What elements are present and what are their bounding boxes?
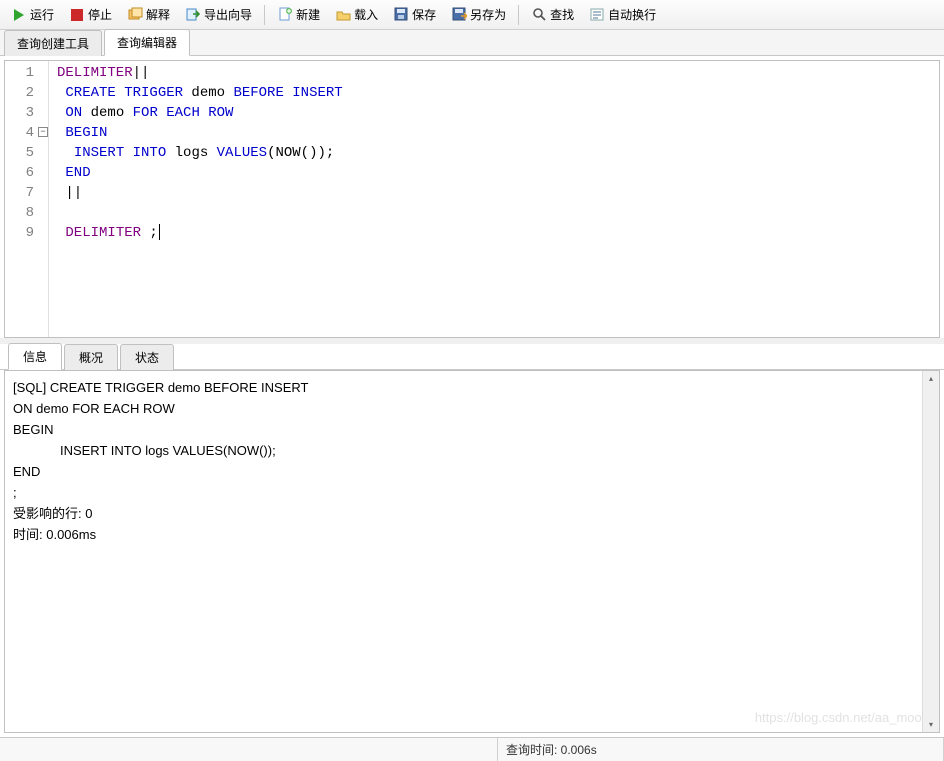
toolbar-separator bbox=[264, 5, 265, 25]
scroll-down-icon[interactable]: ▾ bbox=[924, 717, 939, 732]
main-toolbar: 运行 停止 解释 导出向导 新建 载入 保存 bbox=[0, 0, 944, 30]
text-caret bbox=[159, 224, 160, 240]
tab-query-builder[interactable]: 查询创建工具 bbox=[4, 30, 102, 56]
save-button[interactable]: 保存 bbox=[386, 2, 443, 27]
code-line: BEGIN bbox=[57, 123, 939, 143]
results-panel: 信息 概况 状态 [SQL] CREATE TRIGGER demo BEFOR… bbox=[0, 344, 944, 737]
main-tab-bar: 查询创建工具 查询编辑器 bbox=[0, 30, 944, 56]
export-label: 导出向导 bbox=[204, 6, 252, 23]
gutter-line: 8 bbox=[5, 203, 48, 223]
tab-profile[interactable]: 概况 bbox=[64, 344, 118, 370]
msg-line: INSERT INTO logs VALUES(NOW()); bbox=[13, 440, 931, 461]
load-label: 载入 bbox=[354, 6, 378, 23]
save-as-icon bbox=[451, 7, 467, 23]
word-wrap-button[interactable]: 自动换行 bbox=[582, 2, 663, 27]
gutter-line: 4− bbox=[5, 123, 48, 143]
gutter-line: 6 bbox=[5, 163, 48, 183]
gutter-line: 5 bbox=[5, 143, 48, 163]
code-line bbox=[57, 203, 939, 223]
editor-code-area[interactable]: DELIMITER|| CREATE TRIGGER demo BEFORE I… bbox=[49, 61, 939, 337]
wrap-label: 自动换行 bbox=[608, 6, 656, 23]
msg-affected-rows: 受影响的行: 0 bbox=[13, 503, 931, 524]
search-icon bbox=[531, 7, 547, 23]
code-line: DELIMITER|| bbox=[57, 63, 939, 83]
export-icon bbox=[185, 7, 201, 23]
result-tab-bar: 信息 概况 状态 bbox=[0, 344, 944, 370]
gutter-line: 7 bbox=[5, 183, 48, 203]
toolbar-separator bbox=[518, 5, 519, 25]
gutter-line: 3 bbox=[5, 103, 48, 123]
tab-label: 查询创建工具 bbox=[17, 37, 89, 51]
save-icon bbox=[393, 7, 409, 23]
explain-button[interactable]: 解释 bbox=[120, 2, 177, 27]
stop-label: 停止 bbox=[88, 6, 112, 23]
load-icon bbox=[335, 7, 351, 23]
save-as-label: 另存为 bbox=[470, 6, 506, 23]
msg-line: ON demo FOR EACH ROW bbox=[13, 398, 931, 419]
run-label: 运行 bbox=[30, 6, 54, 23]
watermark: https://blog.csdn.net/aa_moon bbox=[755, 707, 929, 728]
tab-label: 概况 bbox=[79, 351, 103, 365]
code-line: ON demo FOR EACH ROW bbox=[57, 103, 939, 123]
result-scrollbar[interactable]: ▴ ▾ bbox=[922, 371, 939, 732]
status-query-time-text: 查询时间: 0.006s bbox=[506, 741, 597, 758]
status-cell-empty bbox=[0, 738, 498, 761]
sql-editor[interactable]: 1234−56789 DELIMITER|| CREATE TRIGGER de… bbox=[4, 60, 940, 338]
tab-label: 信息 bbox=[23, 350, 47, 364]
run-button[interactable]: 运行 bbox=[4, 2, 61, 27]
play-icon bbox=[11, 7, 27, 23]
gutter-line: 9 bbox=[5, 223, 48, 243]
code-line: INSERT INTO logs VALUES(NOW()); bbox=[57, 143, 939, 163]
wrap-icon bbox=[589, 7, 605, 23]
messages-output[interactable]: [SQL] CREATE TRIGGER demo BEFORE INSERT … bbox=[4, 370, 940, 733]
code-line: END bbox=[57, 163, 939, 183]
explain-label: 解释 bbox=[146, 6, 170, 23]
explain-icon bbox=[127, 7, 143, 23]
find-label: 查找 bbox=[550, 6, 574, 23]
new-button[interactable]: 新建 bbox=[270, 2, 327, 27]
status-bar: 查询时间: 0.006s bbox=[0, 737, 944, 761]
msg-line: [SQL] CREATE TRIGGER demo BEFORE INSERT bbox=[13, 377, 931, 398]
export-wizard-button[interactable]: 导出向导 bbox=[178, 2, 259, 27]
scroll-up-icon[interactable]: ▴ bbox=[924, 371, 939, 386]
code-line: CREATE TRIGGER demo BEFORE INSERT bbox=[57, 83, 939, 103]
status-query-time: 查询时间: 0.006s bbox=[498, 738, 944, 761]
tab-label: 查询编辑器 bbox=[117, 36, 177, 50]
gutter-line: 1 bbox=[5, 63, 48, 83]
new-icon bbox=[277, 7, 293, 23]
code-line: || bbox=[57, 183, 939, 203]
load-button[interactable]: 载入 bbox=[328, 2, 385, 27]
gutter-line: 2 bbox=[5, 83, 48, 103]
msg-line: BEGIN bbox=[13, 419, 931, 440]
fold-handle-icon[interactable]: − bbox=[38, 127, 48, 137]
tab-messages[interactable]: 信息 bbox=[8, 343, 62, 370]
msg-line: ; bbox=[13, 482, 931, 503]
find-button[interactable]: 查找 bbox=[524, 2, 581, 27]
new-label: 新建 bbox=[296, 6, 320, 23]
tab-query-editor[interactable]: 查询编辑器 bbox=[104, 29, 190, 56]
tab-label: 状态 bbox=[135, 351, 159, 365]
save-label: 保存 bbox=[412, 6, 436, 23]
msg-elapsed-time: 时间: 0.006ms bbox=[13, 524, 931, 545]
tab-status[interactable]: 状态 bbox=[120, 344, 174, 370]
stop-icon bbox=[69, 7, 85, 23]
save-as-button[interactable]: 另存为 bbox=[444, 2, 513, 27]
stop-button[interactable]: 停止 bbox=[62, 2, 119, 27]
editor-gutter: 1234−56789 bbox=[5, 61, 49, 337]
code-line: DELIMITER ; bbox=[57, 223, 939, 243]
msg-line: END bbox=[13, 461, 931, 482]
